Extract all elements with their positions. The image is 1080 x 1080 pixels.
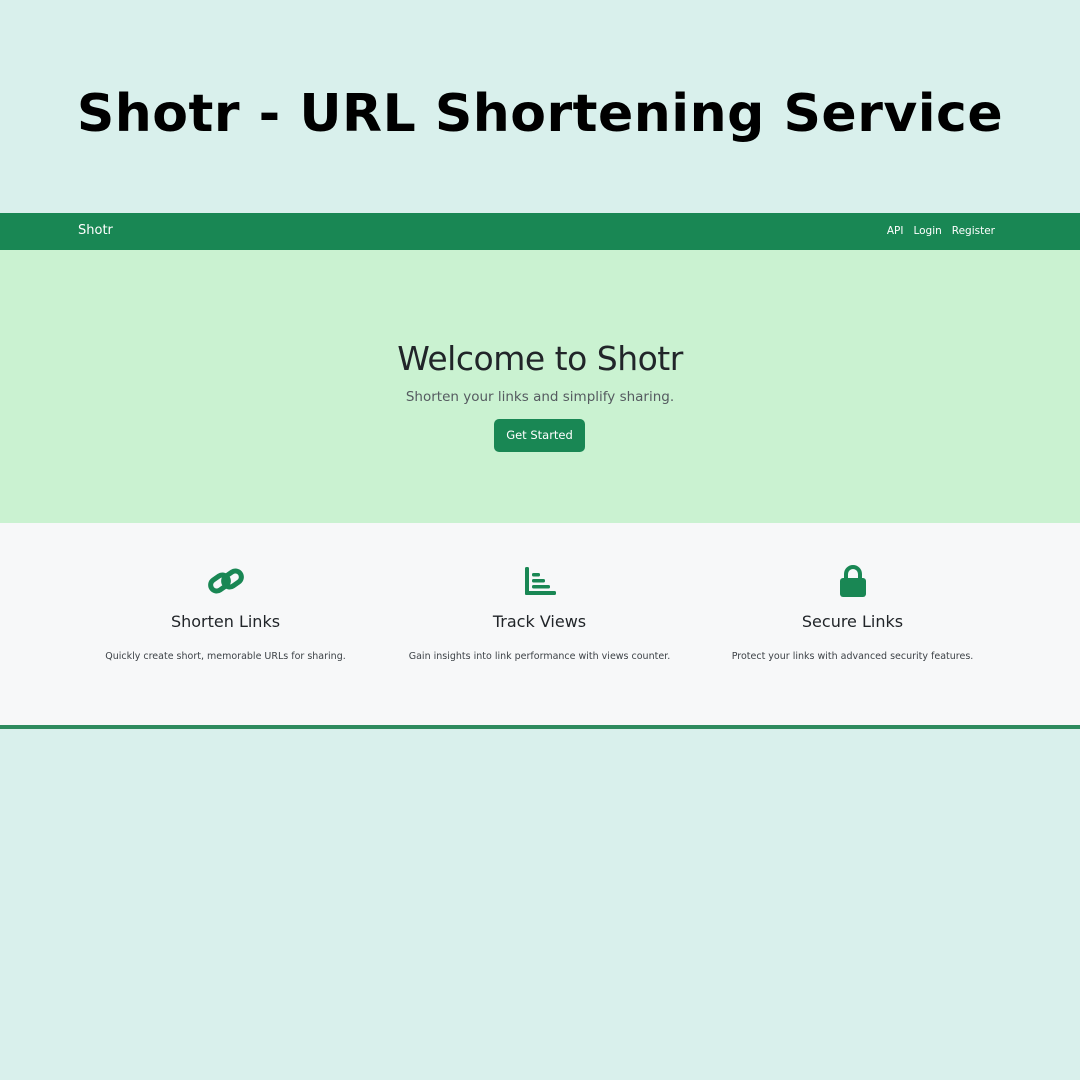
link-icon (206, 564, 246, 598)
nav-link-api[interactable]: API (887, 223, 904, 239)
chart-bar-icon (520, 564, 560, 598)
hero-section: Welcome to Shotr Shorten your links and … (0, 250, 1080, 523)
navbar-brand[interactable]: Shotr (78, 222, 113, 240)
feature-title: Secure Links (801, 612, 904, 631)
feature-description: Protect your links with advanced securit… (731, 651, 974, 662)
feature-title: Shorten Links (170, 612, 281, 631)
nav-link-register[interactable]: Register (952, 223, 995, 239)
nav-links: API Login Register (887, 223, 995, 239)
hero-title: Welcome to Shotr (397, 339, 683, 378)
feature-title: Track Views (492, 612, 587, 631)
navbar: Shotr API Login Register (0, 213, 1080, 250)
poster-title: Shotr - URL Shortening Service (76, 84, 1004, 144)
feature-description: Quickly create short, memorable URLs for… (105, 651, 346, 662)
nav-link-login[interactable]: Login (913, 223, 941, 239)
feature-description: Gain insights into link performance with… (408, 651, 671, 662)
hero-subtitle: Shorten your links and simplify sharing. (405, 389, 675, 405)
get-started-button[interactable]: Get Started (494, 419, 585, 452)
footer-divider (0, 725, 1080, 729)
app-screenshot: Shotr API Login Register Welcome to Shot… (0, 213, 1080, 730)
features-section: Shorten Links Quickly create short, memo… (0, 523, 1080, 725)
lock-icon (833, 564, 873, 598)
